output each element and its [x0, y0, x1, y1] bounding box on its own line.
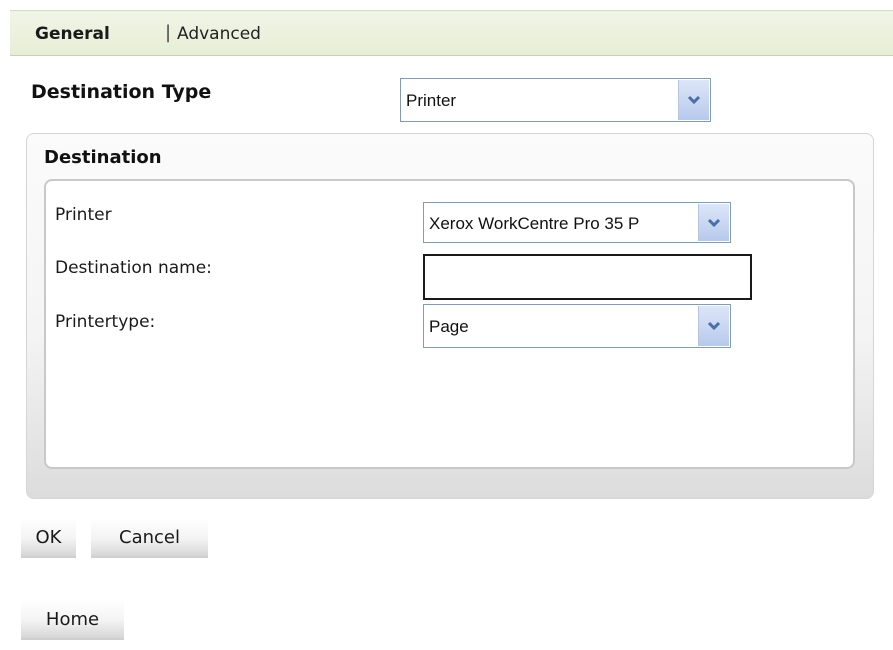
printer-label: Printer	[55, 205, 112, 225]
printertype-select[interactable]: Page	[423, 304, 731, 348]
dropdown-arrow-button[interactable]	[678, 80, 709, 120]
destination-type-select[interactable]: Printer	[400, 78, 711, 122]
destination-section-title: Destination	[44, 147, 162, 168]
destination-name-label: Destination name:	[55, 258, 212, 278]
tab-bar: General | Advanced	[10, 10, 893, 56]
destination-type-label: Destination Type	[31, 81, 212, 103]
dropdown-arrow-button[interactable]	[698, 306, 729, 346]
printer-value: Xerox WorkCentre Pro 35 P	[429, 214, 640, 233]
ok-button[interactable]: OK	[21, 518, 76, 558]
destination-type-value: Printer	[406, 91, 457, 110]
tab-general[interactable]: General	[35, 24, 110, 44]
chevron-down-icon	[707, 218, 721, 227]
printer-select[interactable]: Xerox WorkCentre Pro 35 P	[423, 202, 731, 243]
home-button[interactable]: Home	[21, 600, 124, 640]
destination-name-input[interactable]	[423, 254, 752, 300]
printertype-value: Page	[429, 317, 469, 336]
dropdown-arrow-button[interactable]	[698, 204, 729, 241]
chevron-down-icon	[687, 95, 701, 105]
chevron-down-icon	[707, 321, 721, 331]
tab-advanced[interactable]: Advanced	[177, 24, 261, 44]
printertype-label: Printertype:	[55, 312, 156, 332]
cancel-button[interactable]: Cancel	[91, 518, 208, 558]
tab-separator: |	[165, 22, 172, 43]
